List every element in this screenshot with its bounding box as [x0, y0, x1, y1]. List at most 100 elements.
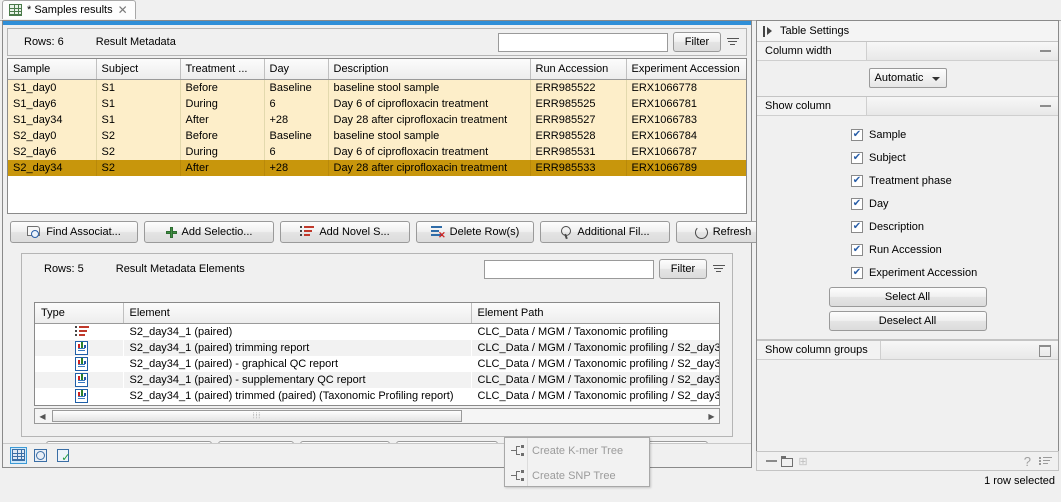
metadata-action-buttons: Find Associat... Add Selectio... Add Nov…	[7, 218, 747, 246]
sidebar-status-bar: ⊞ ?	[756, 451, 1059, 471]
elements-filter-button[interactable]: Filter	[659, 259, 707, 279]
cell-sample: S1_day0	[8, 80, 96, 97]
group-label: Show column groups	[757, 341, 881, 359]
checkbox-row-run-accession[interactable]: ✔ Run Accession	[757, 238, 1058, 261]
button-label: Add Selectio...	[182, 226, 253, 238]
cell-day: Baseline	[264, 128, 328, 144]
cell-subject: S2	[96, 128, 180, 144]
find-associated-button[interactable]: Find Associat...	[10, 221, 138, 243]
cell-day: +28	[264, 112, 328, 128]
checkbox-row-subject[interactable]: ✔ Subject	[757, 146, 1058, 169]
close-icon[interactable]: ✕	[118, 4, 128, 16]
element-info-icon[interactable]	[54, 447, 71, 464]
column-header-description[interactable]: Description	[328, 59, 530, 80]
button-label: Add Novel S...	[319, 226, 389, 238]
table-row[interactable]: S1_day0 S1 Before Baseline baseline stoo…	[8, 80, 747, 97]
filter-options-icon[interactable]	[726, 34, 740, 50]
add-selection-button[interactable]: Add Selectio...	[144, 221, 274, 243]
elements-horizontal-scrollbar[interactable]: ◀ ⦙⦙⦙ ▶	[34, 408, 720, 424]
column-header-run-accession[interactable]: Run Accession	[530, 59, 626, 80]
group-label: Show column	[757, 97, 867, 115]
table-view-icon[interactable]	[10, 447, 27, 464]
checkbox-sample[interactable]: ✔	[851, 129, 863, 141]
collapse-icon[interactable]	[1040, 105, 1051, 107]
checkbox-treatment-phase[interactable]: ✔	[851, 175, 863, 187]
column-header-element-path[interactable]: Element Path	[471, 303, 720, 324]
checkbox-day[interactable]: ✔	[851, 198, 863, 210]
column-header-element[interactable]: Element	[123, 303, 471, 324]
column-header-experiment-accession[interactable]: Experiment Accession	[626, 59, 747, 80]
cell-type	[35, 356, 123, 372]
checkbox-row-sample[interactable]: ✔ Sample	[757, 123, 1058, 146]
elements-filter-input[interactable]	[484, 260, 654, 279]
cell-run-accession: ERR985528	[530, 128, 626, 144]
checkbox-label: Run Accession	[869, 244, 942, 256]
application-window: * Samples results ✕ Rows: 6 Result Metad…	[0, 0, 1061, 502]
delete-rows-button[interactable]: ✕ Delete Row(s)	[416, 221, 534, 243]
scroll-left-arrow-icon[interactable]: ◀	[35, 409, 50, 423]
folder-icon[interactable]	[779, 453, 795, 469]
result-metadata-view: Rows: 6 Result Metadata Filter Sample	[2, 20, 752, 468]
column-header-day[interactable]: Day	[264, 59, 328, 80]
cell-experiment-accession: ERX1066778	[626, 80, 747, 97]
table-row[interactable]: S2_day0 S2 Before Baseline baseline stoo…	[8, 128, 747, 144]
additional-filtering-button[interactable]: Additional Fil...	[540, 221, 670, 243]
expand-panel-icon[interactable]	[763, 26, 773, 37]
column-width-select[interactable]: Automatic	[869, 68, 947, 88]
scrollbar-thumb[interactable]: ⦙⦙⦙	[52, 410, 462, 422]
checkbox-description[interactable]: ✔	[851, 221, 863, 233]
cell-treatment: During	[180, 144, 264, 160]
sidebar-title-bar[interactable]: Table Settings	[757, 21, 1058, 42]
column-header-type[interactable]: Type	[35, 303, 123, 324]
filter-button[interactable]: Filter	[673, 32, 721, 52]
cell-experiment-accession: ERX1066783	[626, 112, 747, 128]
column-header-treatment[interactable]: Treatment ...	[180, 59, 264, 80]
list-item[interactable]: S2_day34_1 (paired) - graphical QC repor…	[35, 356, 720, 372]
cell-day: 6	[264, 144, 328, 160]
list-item[interactable]: S2_day34_1 (paired) trimming report CLC_…	[35, 340, 720, 356]
list-item[interactable]: S2_day34_1 (paired) CLC_Data / MGM / Tax…	[35, 324, 720, 341]
collapse-icon[interactable]	[1040, 50, 1051, 52]
filter-input[interactable]	[498, 33, 668, 52]
checkbox-row-treatment-phase[interactable]: ✔ Treatment phase	[757, 169, 1058, 192]
elements-header-bar: Rows: 5 Result Metadata Elements Filter	[22, 254, 732, 284]
scroll-right-arrow-icon[interactable]: ▶	[704, 409, 719, 423]
sidebar-group-show-column-groups: Show column groups	[757, 340, 1058, 360]
checkbox-row-day[interactable]: ✔ Day	[757, 192, 1058, 215]
with-selected-dropdown-menu[interactable]: Create K-mer Tree Create SNP Tree	[504, 437, 650, 487]
elements-filter-options-icon[interactable]	[712, 261, 726, 277]
checkbox-row-experiment-accession[interactable]: ✔ Experiment Accession	[757, 261, 1058, 284]
table-row[interactable]: S1_day6 S1 During 6 Day 6 of ciprofloxac…	[8, 96, 747, 112]
help-icon[interactable]: ?	[1024, 454, 1039, 469]
cell-day: 6	[264, 96, 328, 112]
column-header-sample[interactable]: Sample	[8, 59, 96, 80]
tab-bar: * Samples results ✕	[0, 0, 1061, 21]
table-row[interactable]: S1_day34 S1 After +28 Day 28 after cipro…	[8, 112, 747, 128]
checkbox-experiment-accession[interactable]: ✔	[851, 267, 863, 279]
deselect-all-button[interactable]: Deselect All	[829, 311, 987, 331]
history-clock-icon[interactable]	[32, 447, 49, 464]
group-header-show-column[interactable]: Show column	[757, 97, 1058, 116]
group-header-show-column-groups[interactable]: Show column groups	[757, 341, 1058, 360]
list-item[interactable]: S2_day34_1 (paired) trimmed (paired) (Ta…	[35, 388, 720, 404]
layout-icon[interactable]: ⊞	[795, 453, 811, 469]
minimize-icon[interactable]	[763, 453, 779, 469]
cell-description: Day 6 of ciprofloxacin treatment	[328, 144, 530, 160]
table-row[interactable]: S2_day6 S2 During 6 Day 6 of ciprofloxac…	[8, 144, 747, 160]
select-all-button[interactable]: Select All	[829, 287, 987, 307]
expand-icon[interactable]	[1039, 345, 1051, 357]
table-row-selected[interactable]: S2_day34 S2 After +28 Day 28 after cipro…	[8, 160, 747, 176]
magnifier-icon	[560, 226, 572, 239]
add-novel-samples-button[interactable]: Add Novel S...	[280, 221, 410, 243]
list-item[interactable]: S2_day34_1 (paired) - supplementary QC r…	[35, 372, 720, 388]
list-menu-icon[interactable]	[1039, 456, 1052, 467]
tab-samples-results[interactable]: * Samples results ✕	[2, 0, 136, 19]
tree-icon	[511, 445, 524, 457]
checkbox-label: Experiment Accession	[869, 267, 977, 279]
checkbox-row-description[interactable]: ✔ Description	[757, 215, 1058, 238]
column-header-subject[interactable]: Subject	[96, 59, 180, 80]
checkbox-run-accession[interactable]: ✔	[851, 244, 863, 256]
group-header-column-width[interactable]: Column width	[757, 42, 1058, 61]
cell-sample: S2_day34	[8, 160, 96, 176]
checkbox-subject[interactable]: ✔	[851, 152, 863, 164]
